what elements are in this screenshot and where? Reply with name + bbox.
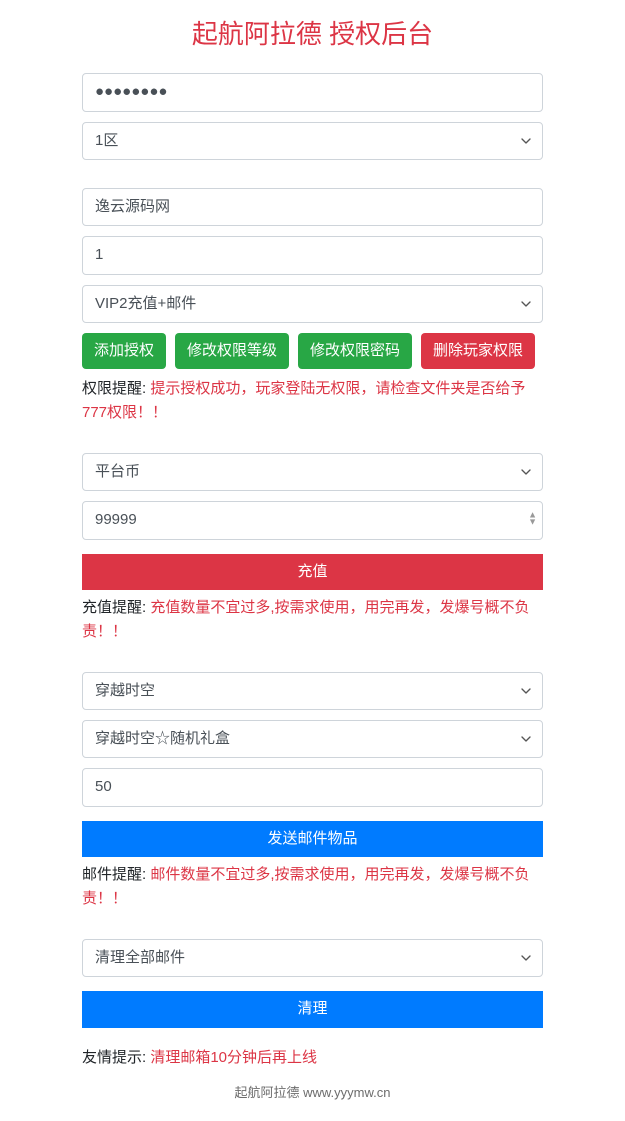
mail-hint: 邮件提醒: 邮件数量不宜过多,按需求使用，用完再发，发爆号概不负责！！ [82,863,543,911]
mail-item-select[interactable]: 穿越时空☆随机礼盒 [82,720,543,758]
footer-text: 起航阿拉德 www.yyymw.cn [82,1082,543,1101]
clear-section: 清理全部邮件 清理 友情提示: 清理邮箱10分钟后再上线 [82,939,543,1070]
recharge-amount-input[interactable] [82,501,543,540]
recharge-hint-text: 充值数量不宜过多,按需求使用，用完再发，发爆号概不负责！！ [82,599,530,640]
auth-hint: 权限提醒: 提示授权成功，玩家登陆无权限，请检查文件夹是否给予777权限！！ [82,377,543,425]
recharge-hint: 充值提醒: 充值数量不宜过多,按需求使用，用完再发，发爆号概不负责！！ [82,596,543,644]
vip-level-select[interactable]: VIP2充值+邮件 [82,285,543,323]
modify-password-button[interactable]: 修改权限密码 [298,333,412,370]
send-mail-button[interactable]: 发送邮件物品 [82,821,543,858]
player-number-input[interactable] [82,236,543,275]
delete-player-button[interactable]: 删除玩家权限 [421,333,535,370]
auth-section: VIP2充值+邮件 添加授权 修改权限等级 修改权限密码 删除玩家权限 权限提醒… [82,188,543,426]
clear-button[interactable]: 清理 [82,991,543,1028]
clear-mail-select[interactable]: 清理全部邮件 [82,939,543,977]
login-section: 1区 [82,73,543,160]
modify-level-button[interactable]: 修改权限等级 [175,333,289,370]
recharge-section: 平台币 ▲▼ 充值 充值提醒: 充值数量不宜过多,按需求使用，用完再发，发爆号概… [82,453,543,644]
clear-hint-text: 清理邮箱10分钟后再上线 [150,1049,317,1066]
page-title: 起航阿拉德 授权后台 [82,14,543,51]
auth-hint-text: 提示授权成功，玩家登陆无权限，请检查文件夹是否给予777权限！！ [82,380,525,421]
clear-hint-label: 友情提示: [82,1049,146,1066]
recharge-button[interactable]: 充值 [82,554,543,591]
password-input[interactable] [82,73,543,112]
clear-hint: 友情提示: 清理邮箱10分钟后再上线 [82,1046,543,1070]
add-auth-button[interactable]: 添加授权 [82,333,166,370]
player-name-input[interactable] [82,188,543,227]
zone-select[interactable]: 1区 [82,122,543,160]
mail-category-select[interactable]: 穿越时空 [82,672,543,710]
mail-quantity-input[interactable] [82,768,543,807]
mail-section: 穿越时空 穿越时空☆随机礼盒 发送邮件物品 邮件提醒: 邮件数量不宜过多,按需求… [82,672,543,911]
currency-select[interactable]: 平台币 [82,453,543,491]
auth-hint-label: 权限提醒: [82,380,146,397]
recharge-hint-label: 充值提醒: [82,599,146,616]
mail-hint-text: 邮件数量不宜过多,按需求使用，用完再发，发爆号概不负责！！ [82,866,530,907]
mail-hint-label: 邮件提醒: [82,866,146,883]
